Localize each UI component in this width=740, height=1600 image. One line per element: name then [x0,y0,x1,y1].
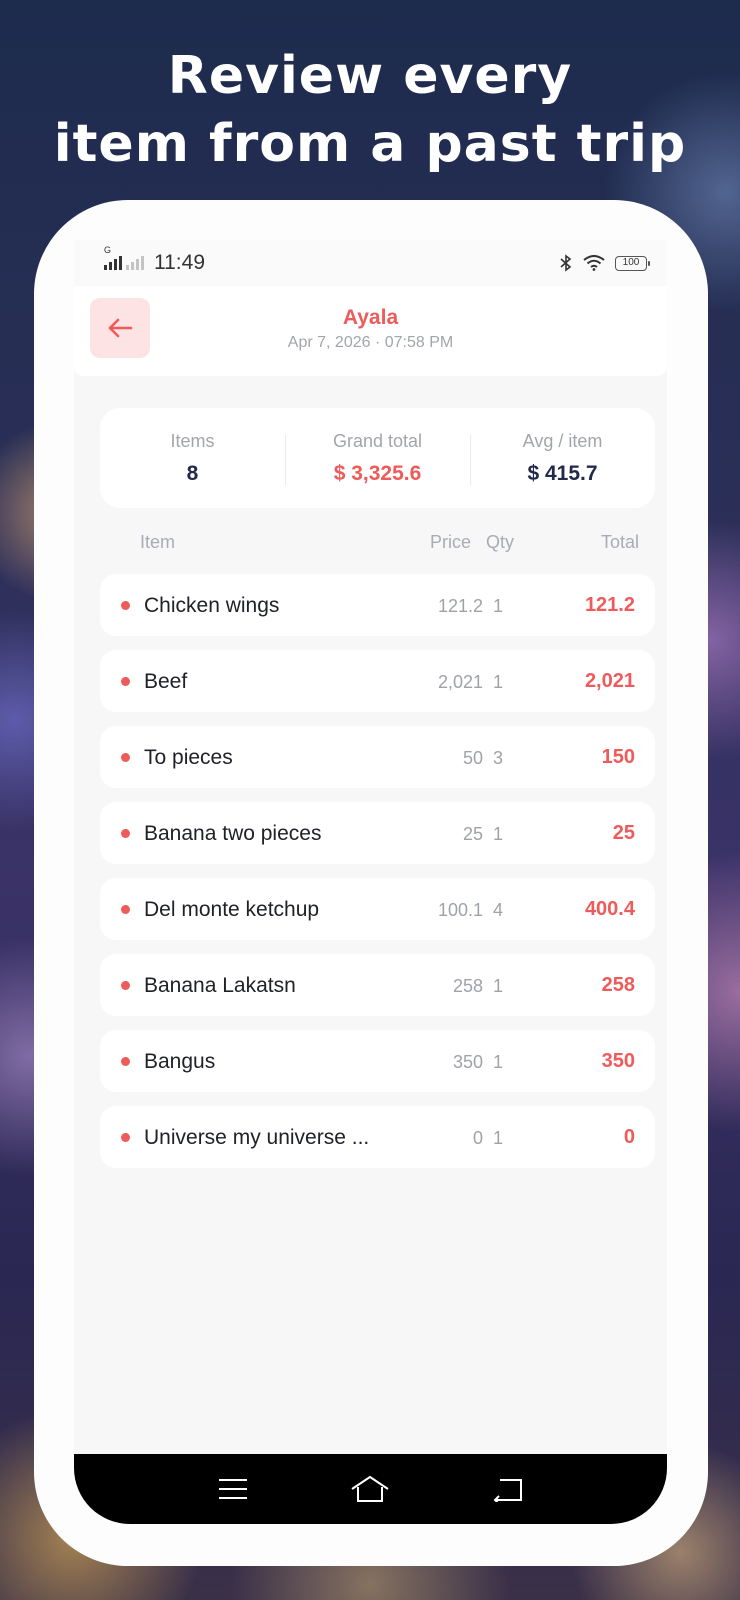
item-name: Bangus [144,1050,216,1073]
column-header-item: Item [140,532,176,552]
item-qty: 1 [492,596,503,616]
item-total: 150 [601,746,635,768]
bullet-dot-icon [121,905,130,914]
signal-2-icon [126,256,144,270]
stat-avg-item-value: $ 415.7 [527,461,598,485]
bullet-dot-icon [121,829,130,838]
wifi-icon [583,255,605,271]
item-name: To pieces [144,746,233,769]
stat-items-label: Items [170,430,215,451]
system-nav-bar [74,1454,667,1524]
store-name: Ayala [342,306,399,329]
stat-avg-item-label: Avg / item [522,430,603,451]
item-price: 100.1 [437,900,483,920]
column-header-price: Price [430,532,472,552]
bluetooth-icon [560,254,572,272]
item-price: 50 [462,748,483,768]
item-row[interactable]: Del monte ketchup 100.1 4 400.4 [100,878,655,940]
item-row[interactable]: Beef 2,021 1 2,021 [100,650,655,712]
column-header-total: Total [600,532,639,552]
item-row[interactable]: Universe my universe ... 0 1 0 [100,1106,655,1168]
item-total: 0 [623,1126,635,1148]
item-list: Chicken wings 121.2 1 121.2 Beef 2,021 1… [100,574,655,1182]
item-row[interactable]: Chicken wings 121.2 1 121.2 [100,574,655,636]
item-name: Universe my universe ... [144,1126,370,1149]
table-header: Item Price Qty Total [100,532,655,560]
bullet-dot-icon [121,601,130,610]
status-time: 11:49 [154,251,205,274]
bullet-dot-icon [121,677,130,686]
bullet-dot-icon [121,1133,130,1142]
network-label: G [104,245,112,255]
item-price: 25 [462,824,483,844]
stat-grand-total-value: $ 3,325.6 [333,461,422,485]
item-qty: 1 [492,824,503,844]
item-row[interactable]: Bangus 350 1 350 [100,1030,655,1092]
column-header-qty: Qty [486,532,515,552]
bullet-dot-icon [121,753,130,762]
promo-headline-line2: item from a past trip [53,114,687,174]
item-name: Chicken wings [144,594,280,617]
promo-headline-line1: Review every [167,46,573,106]
back-icon [493,1479,523,1502]
item-row[interactable]: To pieces 50 3 150 [100,726,655,788]
item-name: Del monte ketchup [144,898,320,921]
item-qty: 1 [492,672,503,692]
battery-icon: 100 [615,255,650,271]
item-qty: 1 [492,976,503,996]
stat-items-value: 8 [186,461,199,485]
home-button[interactable] [348,1469,392,1509]
item-price: 350 [452,1052,483,1072]
app-header: Ayala Apr 7, 2026 · 07:58 PM [74,286,667,376]
signal-icon: G [104,245,126,270]
stat-grand-total-label: Grand total [332,430,423,451]
item-total: 2,021 [584,670,635,692]
item-name: Banana two pieces [144,822,322,845]
item-row[interactable]: Banana two pieces 25 1 25 [100,802,655,864]
trip-datetime: Apr 7, 2026 · 07:58 PM [287,334,454,351]
summary-card: Items 8 Grand total $ 3,325.6 Avg / item… [100,408,655,508]
item-qty: 1 [492,1052,503,1072]
app-screen: G 11:49 100 Ayala Apr 7, 2026 · 07:58 PM… [74,240,667,1524]
item-qty: 4 [492,900,503,920]
item-price: 121.2 [437,596,483,616]
item-total: 121.2 [584,594,635,616]
item-price: 2,021 [437,672,483,692]
item-total: 400.4 [584,898,635,920]
status-bar: G 11:49 100 [74,240,667,286]
item-name: Beef [144,670,188,693]
stat-avg-item: Avg / item $ 415.7 [470,431,655,486]
back-nav-button[interactable] [486,1469,530,1509]
menu-button[interactable] [211,1469,255,1509]
promo-headline: Review every item from a past trip [0,42,740,178]
item-qty: 3 [492,748,503,768]
item-row[interactable]: Banana Lakatsn 258 1 258 [100,954,655,1016]
stat-items: Items 8 [100,431,285,486]
menu-icon [218,1479,247,1499]
item-name: Banana Lakatsn [144,974,296,997]
bullet-dot-icon [121,981,130,990]
stat-grand-total: Grand total $ 3,325.6 [285,431,470,486]
item-total: 258 [601,974,635,996]
item-price: 0 [472,1128,483,1148]
bullet-dot-icon [121,1057,130,1066]
home-icon [351,1475,390,1502]
item-total: 25 [612,822,635,844]
item-total: 350 [601,1050,635,1072]
item-price: 258 [452,976,483,996]
item-qty: 1 [492,1128,503,1148]
